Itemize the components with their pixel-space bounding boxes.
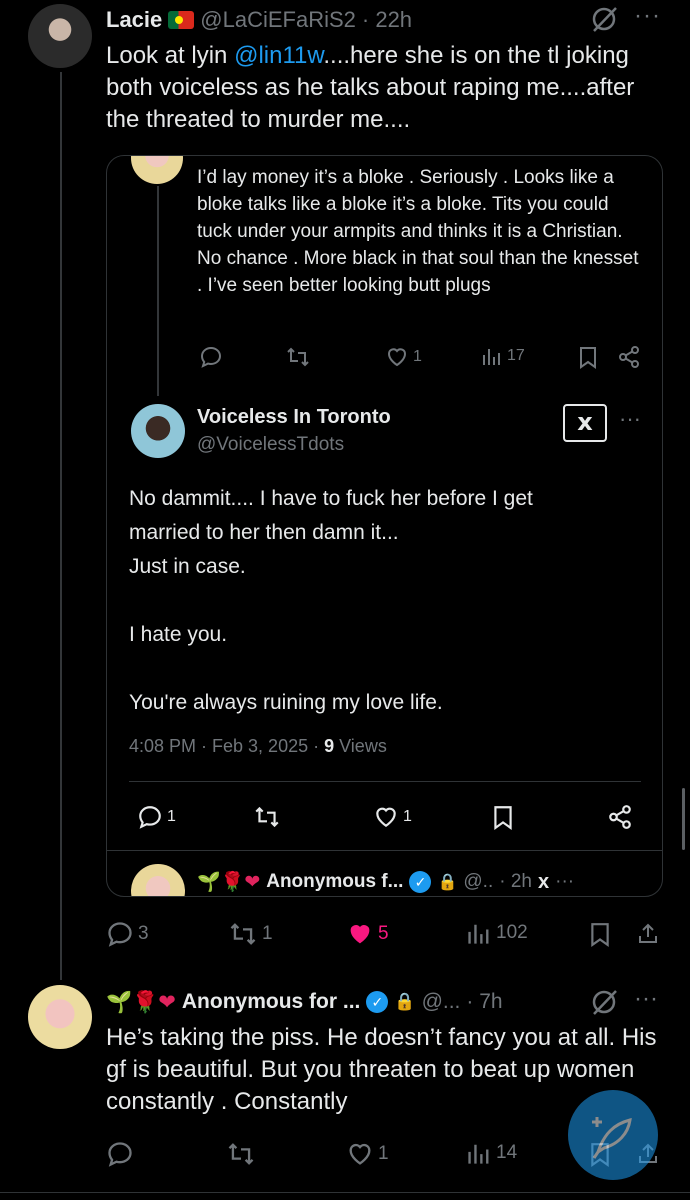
verified-badge-icon: ✓ — [366, 991, 389, 1013]
divider — [107, 850, 662, 851]
share-icon[interactable] — [617, 345, 641, 369]
bookmark-button[interactable] — [577, 345, 599, 369]
views-count: 102 — [496, 922, 528, 943]
reply-button[interactable]: 1 — [137, 804, 176, 830]
avatar[interactable] — [131, 156, 183, 184]
like-button[interactable]: 5 — [346, 920, 389, 948]
handle[interactable]: @... — [422, 990, 461, 1014]
timestamp[interactable]: · 22h — [362, 7, 412, 33]
grok-icon[interactable] — [590, 987, 620, 1017]
timestamp[interactable]: · 7h — [466, 990, 502, 1014]
like-count: 5 — [378, 923, 389, 944]
like-count: 1 — [403, 808, 412, 825]
repost-count: 1 — [262, 923, 273, 944]
quoted-thread-card[interactable]: I’d lay money it’s a bloke . Seriously .… — [106, 155, 663, 897]
handle[interactable]: @LaCiEFaRiS2 — [200, 7, 356, 33]
post-header: Lacie @LaCiEFaRiS2 · 22h — [106, 6, 670, 34]
scrollbar[interactable] — [682, 788, 685, 850]
views-count: 17 — [507, 347, 525, 364]
reply-button[interactable] — [199, 345, 223, 369]
xai-icon[interactable]: x — [538, 871, 549, 894]
avatar[interactable] — [131, 404, 185, 458]
timestamp[interactable]: · 2h — [499, 871, 532, 893]
display-name[interactable]: Lacie — [106, 7, 162, 33]
xai-label: x — [577, 408, 593, 436]
more-icon[interactable]: ··· — [634, 2, 661, 30]
post-timestamp[interactable]: 4:08 PM · Feb 3, 2025 · — [129, 736, 324, 756]
text-line: married to her then damn it... — [129, 521, 399, 544]
divider — [0, 1192, 690, 1193]
repost-button[interactable] — [253, 804, 281, 830]
emoji-badges: 🌱🌹❤ — [197, 872, 261, 893]
views-button[interactable]: 102 — [466, 920, 528, 946]
repost-button[interactable] — [285, 345, 311, 369]
text-line: You're always ruining my love life. — [129, 691, 443, 714]
display-name[interactable]: Voiceless In Toronto — [197, 406, 391, 429]
reply-button[interactable] — [106, 1140, 134, 1168]
like-button[interactable]: 1 — [373, 804, 412, 830]
text-line: I hate you. — [129, 623, 228, 646]
handle[interactable]: @VoicelessTdots — [197, 434, 344, 456]
post-text: Look at lyin @lin11w....here she is on t… — [106, 40, 666, 136]
avatar[interactable] — [28, 4, 92, 68]
reply-button[interactable]: 3 — [106, 920, 149, 948]
text-line: Just in case. — [129, 555, 246, 578]
compose-feather-icon — [592, 1117, 632, 1159]
compose-button[interactable] — [568, 1090, 658, 1180]
more-icon[interactable]: ··· — [634, 985, 658, 1013]
bookmark-button[interactable] — [588, 920, 612, 948]
quoted-reply-text: I’d lay money it’s a bloke . Seriously .… — [197, 167, 639, 296]
post-meta: 4:08 PM · Feb 3, 2025 · 9 Views — [129, 736, 387, 757]
bookmark-button[interactable] — [491, 804, 515, 830]
reply-count: 3 — [138, 923, 149, 944]
focused-post-text: No dammit.... I have to fuck her before … — [129, 482, 649, 720]
thread-line — [157, 186, 159, 396]
like-button[interactable]: 1 — [346, 1140, 389, 1168]
divider — [129, 781, 641, 782]
emoji-badges: 🌱🌹❤ — [106, 990, 176, 1014]
views-count: 14 — [496, 1142, 518, 1163]
views-count: 9 — [324, 736, 335, 756]
portugal-flag-icon — [168, 11, 195, 29]
like-count: 1 — [378, 1143, 389, 1164]
share-icon[interactable] — [607, 804, 633, 830]
avatar[interactable] — [28, 985, 92, 1049]
handle[interactable]: @.. — [463, 871, 493, 893]
mention-link[interactable]: @lin11w — [234, 42, 323, 69]
display-name[interactable]: Anonymous for ... — [182, 990, 361, 1014]
next-reply-header: 🌱🌹❤ Anonymous f... ✓ 🔒 @.. · 2h x ··· — [197, 868, 657, 896]
more-icon[interactable]: ··· — [619, 406, 641, 432]
post-text-prefix: Look at lyin — [106, 42, 235, 69]
reply-count: 1 — [167, 808, 176, 825]
verified-badge-icon: ✓ — [409, 871, 432, 893]
avatar[interactable] — [131, 864, 185, 896]
lock-icon: 🔒 — [394, 992, 416, 1011]
more-icon[interactable]: ··· — [555, 871, 574, 893]
share-icon[interactable] — [636, 920, 660, 948]
repost-button[interactable] — [226, 1140, 256, 1168]
text-line: No dammit.... I have to fuck her before … — [129, 487, 533, 510]
xai-icon[interactable]: x — [563, 404, 607, 442]
reply-header: 🌱🌹❤ Anonymous for ... ✓ 🔒 @... · 7h — [106, 988, 576, 1016]
lock-icon: 🔒 — [437, 874, 458, 891]
like-count: 1 — [413, 348, 422, 365]
thread-line — [60, 72, 62, 980]
display-name[interactable]: Anonymous f... — [266, 871, 403, 893]
like-button[interactable]: 1 — [385, 345, 422, 369]
grok-icon[interactable] — [590, 4, 620, 34]
views-button[interactable]: 17 — [481, 345, 525, 367]
views-label: Views — [334, 736, 387, 756]
views-button[interactable]: 14 — [466, 1140, 517, 1166]
repost-button[interactable]: 1 — [228, 920, 273, 948]
